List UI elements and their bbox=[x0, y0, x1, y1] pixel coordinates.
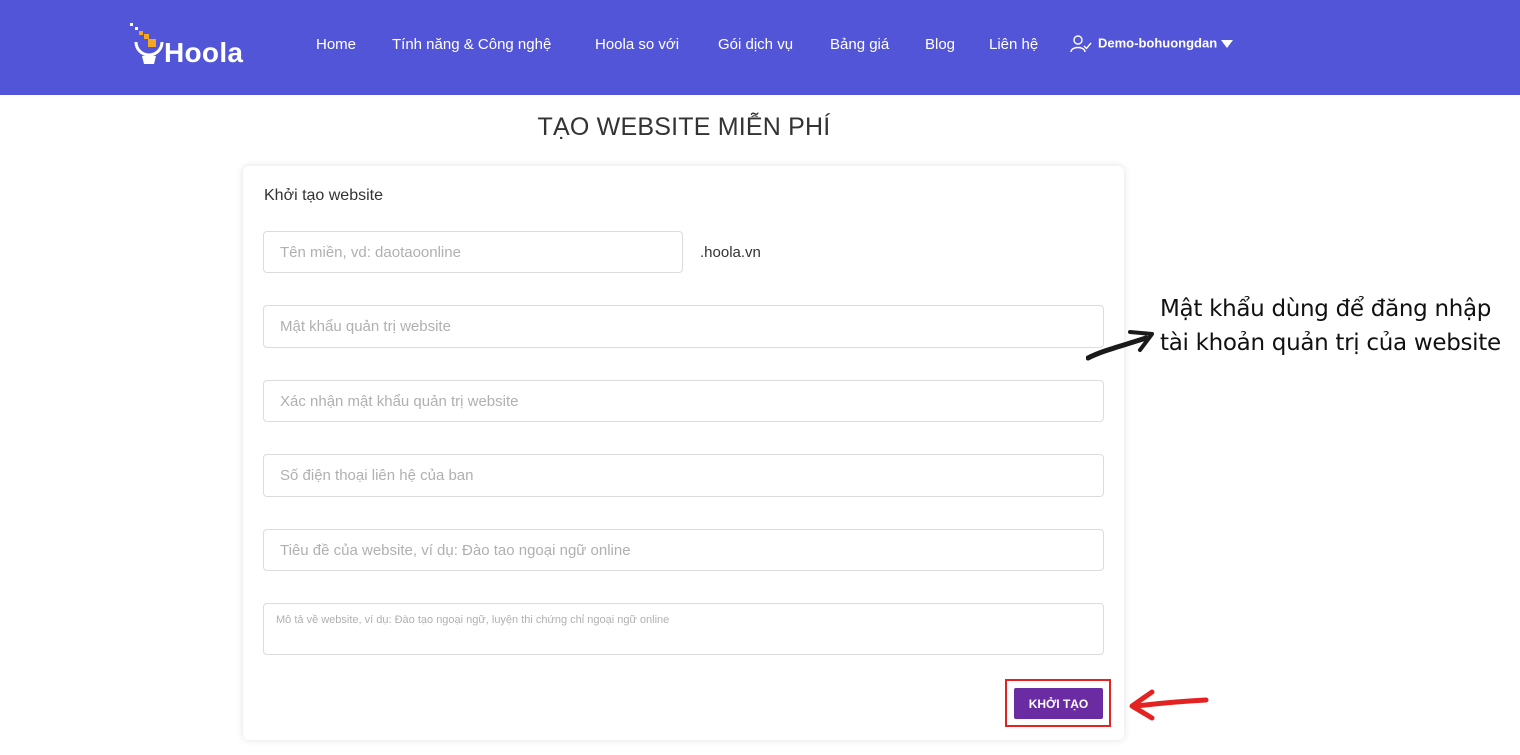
hoola-logo[interactable]: Hoola bbox=[128, 20, 258, 72]
nav-packages[interactable]: Gói dịch vụ bbox=[718, 36, 793, 53]
chevron-down-icon bbox=[1221, 40, 1234, 48]
domain-input[interactable] bbox=[263, 231, 683, 273]
nav-pricing[interactable]: Bảng giá bbox=[830, 36, 889, 53]
domain-suffix: .hoola.vn bbox=[700, 244, 761, 261]
user-check-icon bbox=[1070, 35, 1092, 53]
logo-text: Hoola bbox=[164, 37, 244, 68]
nav-home[interactable]: Home bbox=[316, 36, 356, 53]
nav-contact[interactable]: Liên hệ bbox=[989, 36, 1038, 53]
nav-blog[interactable]: Blog bbox=[925, 36, 955, 53]
nav-compare[interactable]: Hoola so với bbox=[595, 36, 679, 53]
create-website-button[interactable]: KHỞI TẠO bbox=[1014, 688, 1103, 719]
admin-password-input[interactable] bbox=[263, 305, 1104, 348]
user-menu[interactable]: Demo-bohuongdan bbox=[1070, 35, 1234, 53]
page-title: TẠO WEBSITE MIỄN PHÍ bbox=[537, 113, 831, 141]
create-website-form: Khởi tạo website .hoola.vn KHỞI TẠO bbox=[243, 166, 1124, 740]
site-description-textarea[interactable] bbox=[263, 603, 1104, 655]
annotation-arrow-icon bbox=[1086, 330, 1154, 361]
confirm-password-input[interactable] bbox=[263, 380, 1104, 422]
top-navbar: Hoola Home Tính năng & Công nghệ Hoola s… bbox=[0, 0, 1520, 95]
lightbulb-logo-icon bbox=[130, 23, 164, 64]
site-title-input[interactable] bbox=[263, 529, 1104, 571]
form-title: Khởi tạo website bbox=[264, 187, 383, 204]
nav-features[interactable]: Tính năng & Công nghệ bbox=[392, 36, 551, 53]
annotation-line-1: Mật khẩu dùng để đăng nhập bbox=[1160, 296, 1492, 322]
annotation-line-2: tài khoản quản trị của website bbox=[1160, 330, 1501, 356]
password-annotation: Mật khẩu dùng để đăng nhập tài khoản quả… bbox=[1160, 292, 1501, 360]
phone-input[interactable] bbox=[263, 454, 1104, 497]
user-name: Demo-bohuongdan bbox=[1098, 35, 1218, 51]
red-pointer-arrow-icon bbox=[1129, 689, 1209, 721]
